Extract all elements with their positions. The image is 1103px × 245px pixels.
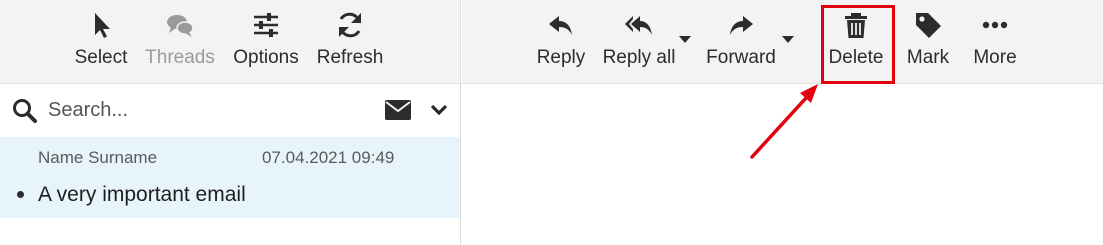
more-label: More <box>973 47 1017 68</box>
reply-all-icon <box>625 16 652 35</box>
message-view-pane: Reply Reply all Forward Delete Mark More <box>462 0 1103 245</box>
message-list-item[interactable]: Name Surname 07.04.2021 09:49 A very imp… <box>0 137 460 218</box>
sliders-icon <box>254 13 278 37</box>
list-toolbar: Select Threads Options Refresh <box>0 0 460 84</box>
threads-label: Threads <box>145 47 215 68</box>
reply-all-label: Reply all <box>602 47 676 68</box>
options-label: Options <box>233 47 299 68</box>
reply-icon <box>549 16 572 35</box>
refresh-label: Refresh <box>316 47 384 68</box>
message-toolbar: Reply Reply all Forward Delete Mark More <box>462 0 1103 84</box>
reply-all-dropdown-icon[interactable] <box>679 36 691 43</box>
refresh-icon <box>339 12 361 38</box>
options-button[interactable]: Options <box>233 0 299 84</box>
more-button[interactable]: More <box>970 0 1020 84</box>
forward-label: Forward <box>706 47 776 68</box>
mark-label: Mark <box>906 47 950 68</box>
ellipsis-icon <box>982 21 1008 29</box>
select-button[interactable]: Select <box>74 0 128 84</box>
search-icon <box>13 99 37 123</box>
search-input[interactable] <box>48 96 368 124</box>
message-list-pane: Select Threads Options Refresh Search...… <box>0 0 461 245</box>
refresh-button[interactable]: Refresh <box>316 0 384 84</box>
message-subject: A very important email <box>38 183 246 206</box>
unread-indicator <box>17 191 24 198</box>
threads-icon <box>167 15 194 37</box>
message-date: 07.04.2021 09:49 <box>262 148 395 167</box>
reply-label: Reply <box>536 47 586 68</box>
mark-button[interactable]: Mark <box>903 0 953 84</box>
threads-button[interactable]: Threads <box>145 0 215 84</box>
forward-dropdown-icon[interactable] <box>782 36 794 43</box>
envelope-icon[interactable] <box>385 100 411 120</box>
delete-highlight-box <box>821 5 895 84</box>
forward-button[interactable]: Forward <box>705 0 777 84</box>
message-sender: Name Surname <box>38 148 158 167</box>
reply-button[interactable]: Reply <box>535 0 587 84</box>
reply-all-button[interactable]: Reply all <box>602 0 676 84</box>
select-label: Select <box>74 47 128 68</box>
chevron-down-icon[interactable] <box>430 103 448 117</box>
forward-icon <box>730 16 753 35</box>
tag-icon <box>916 13 941 38</box>
cursor-icon <box>95 13 110 38</box>
search-bar <box>0 84 460 136</box>
